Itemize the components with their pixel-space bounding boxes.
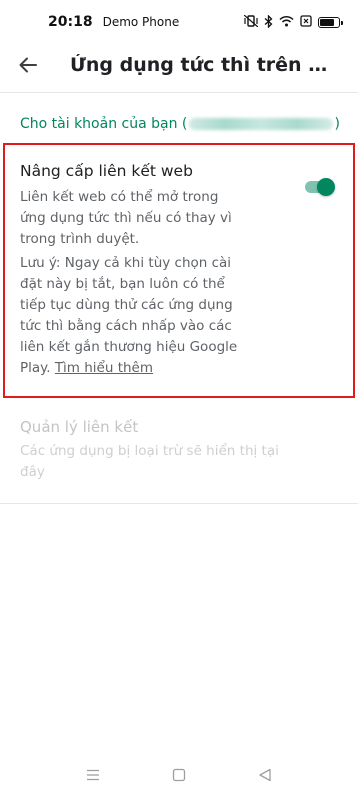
blurred-email xyxy=(189,118,333,130)
status-bar: 20:18 Demo Phone xyxy=(0,0,358,44)
vibrate-icon xyxy=(243,14,259,29)
menu-icon xyxy=(87,769,99,781)
account-header-prefix: Cho tài khoản của bạn ( xyxy=(20,116,188,132)
upgrade-links-title[interactable]: Nâng cấp liên kết web xyxy=(20,162,193,180)
upgrade-links-description: Liên kết web có thể mở trong ứng dụng tứ… xyxy=(20,189,232,247)
wifi-icon xyxy=(279,15,294,29)
app-bar-divider xyxy=(0,92,358,93)
toggle-thumb xyxy=(317,178,335,196)
account-header: Cho tài khoản của bạn ( ) xyxy=(20,116,340,132)
back-nav-button[interactable] xyxy=(250,760,280,790)
square-icon xyxy=(172,768,186,782)
section-divider xyxy=(0,503,358,504)
nav-bar xyxy=(0,750,358,800)
app-bar: Ứng dụng tức thì trên Google... xyxy=(0,40,358,90)
arrow-back-icon xyxy=(19,57,37,73)
battery-icon xyxy=(318,16,343,28)
upgrade-links-toggle[interactable] xyxy=(305,178,335,196)
upgrade-links-note-text: Lưu ý: Ngay cả khi tùy chọn cài đặt này … xyxy=(20,255,238,376)
recents-button[interactable] xyxy=(78,760,108,790)
status-time: 20:18 xyxy=(48,14,93,30)
status-device-name: Demo Phone xyxy=(102,15,180,29)
page-title: Ứng dụng tức thì trên Google... xyxy=(70,54,340,76)
manage-links-description: Các ứng dụng bị loại trừ sẽ hiển thị tại… xyxy=(20,443,279,480)
upgrade-links-note: Lưu ý: Ngay cả khi tùy chọn cài đặt này … xyxy=(20,253,242,379)
status-icons xyxy=(243,13,343,30)
screen: 20:18 Demo Phone Ứng dụng tức thì trên G xyxy=(0,0,358,800)
no-sim-icon xyxy=(300,15,312,29)
triangle-back-icon xyxy=(259,768,271,782)
home-button[interactable] xyxy=(164,760,194,790)
learn-more-link[interactable]: Tìm hiểu thêm xyxy=(55,360,153,376)
back-button[interactable] xyxy=(8,45,48,85)
bluetooth-icon xyxy=(264,13,273,30)
account-header-suffix: ) xyxy=(334,116,340,132)
manage-links-title[interactable]: Quản lý liên kết xyxy=(20,418,138,436)
